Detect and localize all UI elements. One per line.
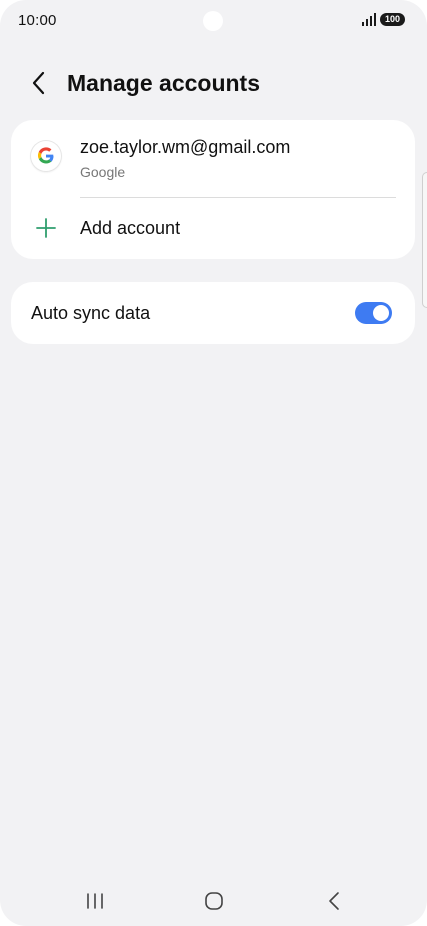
- phone-screen: 10:00 100 Manage accounts zoe.taylor.wm@…: [0, 0, 427, 926]
- plus-icon: [36, 218, 56, 238]
- recents-icon: [87, 893, 103, 909]
- recents-button[interactable]: [80, 888, 110, 914]
- home-icon: [205, 892, 223, 910]
- header: Manage accounts: [0, 58, 427, 110]
- nav-back-button[interactable]: [319, 888, 349, 914]
- status-icons: 100: [362, 13, 405, 26]
- page-title: Manage accounts: [67, 70, 260, 96]
- google-g-icon: [37, 147, 54, 164]
- accounts-card: zoe.taylor.wm@gmail.com Google Add accou…: [11, 120, 415, 259]
- auto-sync-label: Auto sync data: [31, 303, 151, 323]
- back-icon: [329, 892, 339, 910]
- add-account-label: Add account: [80, 218, 181, 238]
- camera-cutout: [203, 11, 223, 31]
- auto-sync-card[interactable]: Auto sync data: [11, 282, 415, 344]
- chevron-left-icon: [32, 71, 45, 95]
- status-time: 10:00: [18, 12, 57, 29]
- auto-sync-toggle[interactable]: [355, 302, 392, 324]
- edge-panel-handle[interactable]: [422, 172, 427, 308]
- google-logo-icon: [31, 141, 61, 171]
- account-provider: Google: [80, 164, 126, 180]
- home-button[interactable]: [199, 888, 229, 914]
- navigation-bar: [0, 876, 427, 926]
- add-account-button[interactable]: Add account: [11, 198, 415, 259]
- account-item-google[interactable]: zoe.taylor.wm@gmail.com Google: [11, 120, 415, 197]
- toggle-knob: [373, 305, 389, 321]
- status-bar: 10:00 100: [0, 0, 427, 42]
- signal-icon: [362, 13, 376, 26]
- account-email: zoe.taylor.wm@gmail.com: [80, 137, 291, 157]
- back-button[interactable]: [24, 68, 54, 98]
- battery-icon: 100: [380, 13, 405, 26]
